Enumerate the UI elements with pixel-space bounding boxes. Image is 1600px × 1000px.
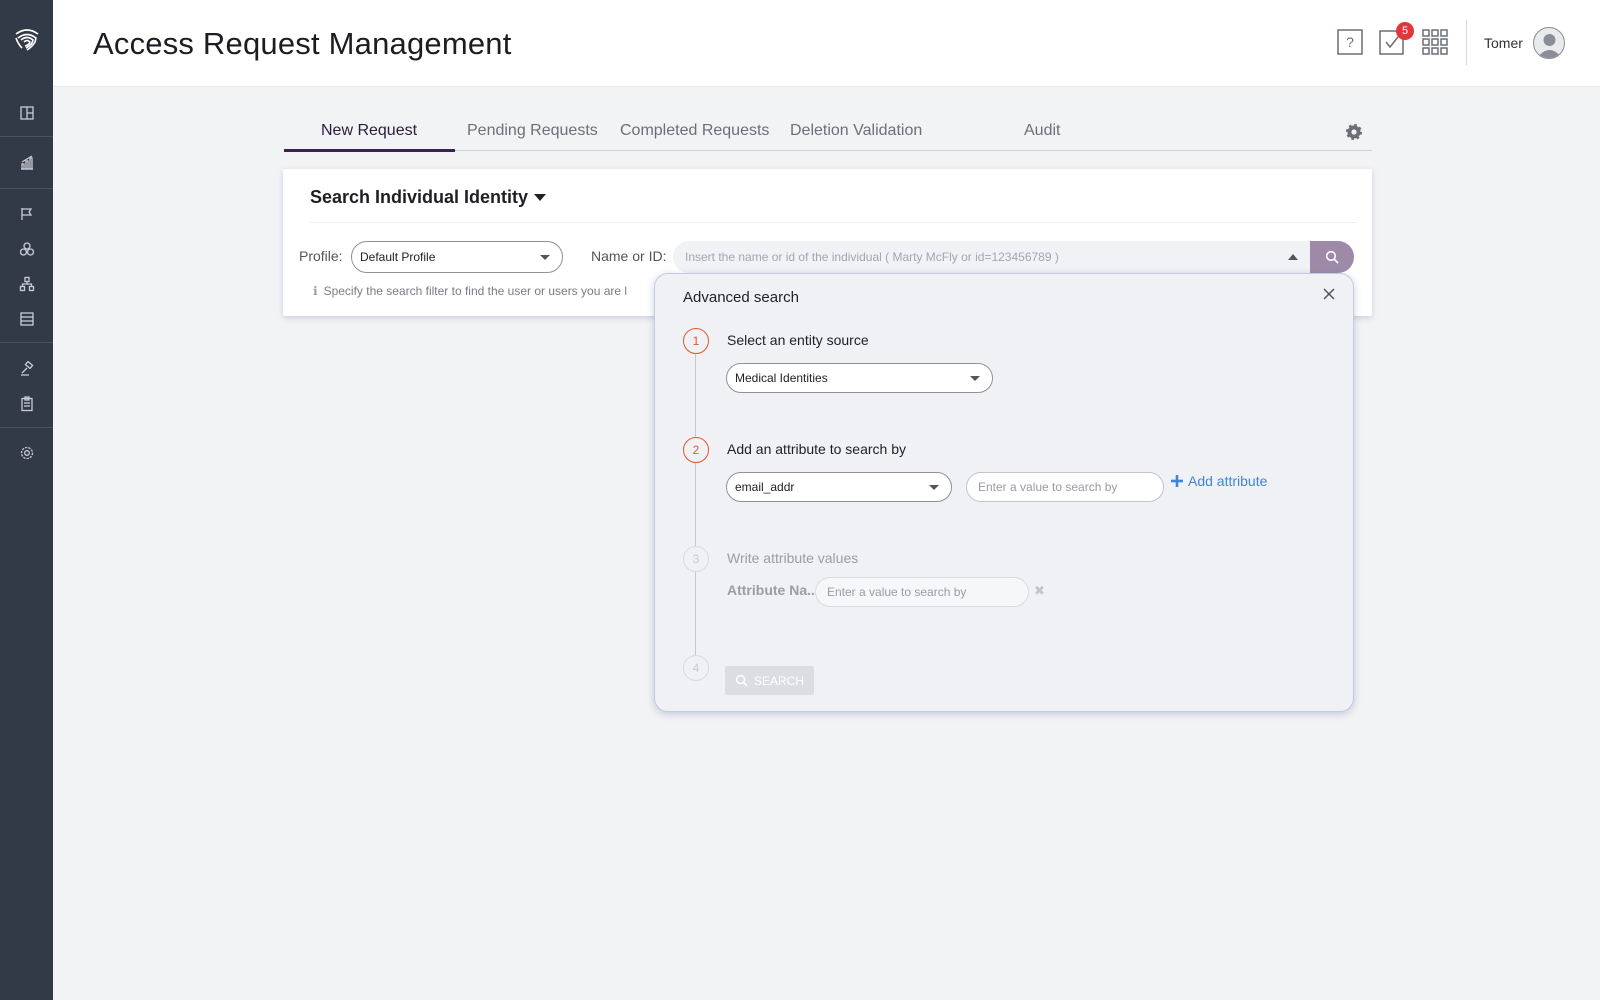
- add-attribute-button[interactable]: Add attribute: [1170, 473, 1267, 489]
- chevron-down-icon: [540, 254, 550, 260]
- add-attribute-label: Add attribute: [1188, 473, 1268, 489]
- fingerprint-logo-icon[interactable]: [0, 24, 53, 64]
- close-icon[interactable]: [1321, 286, 1337, 302]
- help-icon[interactable]: ?: [1336, 28, 1364, 56]
- tab-audit[interactable]: Audit: [1024, 122, 1060, 140]
- plus-icon: [1171, 475, 1183, 487]
- attribute-values-input[interactable]: Enter a value to search by: [815, 577, 1029, 607]
- step-1-title: Select an entity source: [727, 332, 869, 348]
- attribute-value: email_addr: [735, 480, 795, 494]
- clipboard-icon[interactable]: [0, 387, 53, 421]
- chevron-down-icon: [970, 375, 980, 381]
- entity-source-value: Medical Identities: [735, 371, 828, 385]
- info-icon: ℹ: [313, 284, 318, 298]
- notification-badge: 5: [1396, 22, 1414, 40]
- step-3-title: Write attribute values: [727, 550, 859, 566]
- advanced-search-submit-button[interactable]: SEARCH: [725, 666, 814, 695]
- step-connector: [695, 572, 696, 666]
- flag-icon[interactable]: [0, 197, 53, 231]
- circles-icon[interactable]: [0, 232, 53, 266]
- search-hint: ℹ Specify the search filter to find the u…: [313, 284, 627, 298]
- search-button-label: SEARCH: [753, 673, 804, 688]
- database-icon[interactable]: [0, 302, 53, 336]
- step-4-number: 4: [683, 655, 709, 681]
- tasks-icon[interactable]: 5: [1378, 22, 1414, 56]
- svg-text:?: ?: [1346, 34, 1354, 50]
- tab-pending-requests[interactable]: Pending Requests: [467, 122, 598, 140]
- attribute-value-input[interactable]: Enter a value to search by: [966, 472, 1164, 502]
- caret-down-icon: [534, 194, 547, 201]
- tab-new-request[interactable]: New Request: [321, 122, 417, 140]
- search-icon: [1325, 250, 1339, 264]
- name-or-id-placeholder: Insert the name or id of the individual …: [685, 250, 1059, 264]
- search-type-dropdown[interactable]: Search Individual Identity: [310, 187, 547, 208]
- user-name[interactable]: Tomer: [1484, 35, 1523, 51]
- name-or-id-label: Name or ID:: [591, 248, 667, 264]
- profile-value: Default Profile: [360, 250, 436, 264]
- gavel-icon[interactable]: [0, 352, 53, 386]
- hint-text: Specify the search filter to find the us…: [323, 284, 628, 298]
- sidebar: [0, 0, 53, 1000]
- divider: [310, 222, 1356, 223]
- attribute-values-placeholder: Enter a value to search by: [827, 585, 967, 599]
- page-title: Access Request Management: [93, 26, 512, 61]
- step-connector: [695, 463, 696, 558]
- tab-deletion-validation[interactable]: Deletion Validation: [790, 122, 922, 140]
- advanced-search-title: Advanced search: [683, 289, 799, 306]
- gear-icon[interactable]: [1344, 122, 1364, 142]
- hierarchy-icon[interactable]: [0, 267, 53, 301]
- tab-bar: New Request Pending Requests Completed R…: [284, 112, 1372, 152]
- profile-label: Profile:: [299, 248, 343, 264]
- active-tab-indicator: [284, 149, 455, 152]
- card-title: Search Individual Identity: [310, 187, 529, 207]
- profile-select[interactable]: Default Profile: [351, 241, 563, 273]
- apps-grid-icon[interactable]: [1421, 28, 1449, 56]
- attribute-name-label: Attribute Na...: [727, 582, 819, 598]
- analytics-icon[interactable]: [0, 146, 53, 180]
- settings-icon[interactable]: [0, 436, 53, 470]
- header-divider: [1466, 20, 1467, 65]
- search-icon: [735, 674, 748, 687]
- step-connector: [695, 354, 696, 449]
- search-button[interactable]: [1310, 241, 1354, 273]
- avatar[interactable]: [1533, 27, 1565, 59]
- header: Access Request Management ? 5 Tomer: [53, 0, 1600, 87]
- step-3-number: 3: [683, 546, 709, 572]
- entity-source-select[interactable]: Medical Identities: [726, 363, 993, 393]
- step-1-number: 1: [683, 328, 709, 354]
- name-or-id-input[interactable]: Insert the name or id of the individual …: [673, 241, 1310, 273]
- dashboard-icon[interactable]: [0, 96, 53, 130]
- step-2-number: 2: [683, 437, 709, 463]
- remove-attribute-icon[interactable]: ✖: [1034, 583, 1045, 599]
- attribute-select[interactable]: email_addr: [726, 472, 952, 502]
- advanced-search-panel: Advanced search 1 Select an entity sourc…: [654, 273, 1354, 712]
- chevron-down-icon: [929, 484, 939, 490]
- tab-completed-requests[interactable]: Completed Requests: [620, 122, 769, 140]
- step-2-title: Add an attribute to search by: [727, 441, 906, 457]
- attribute-value-placeholder: Enter a value to search by: [978, 480, 1118, 494]
- chevron-up-icon[interactable]: [1288, 254, 1298, 260]
